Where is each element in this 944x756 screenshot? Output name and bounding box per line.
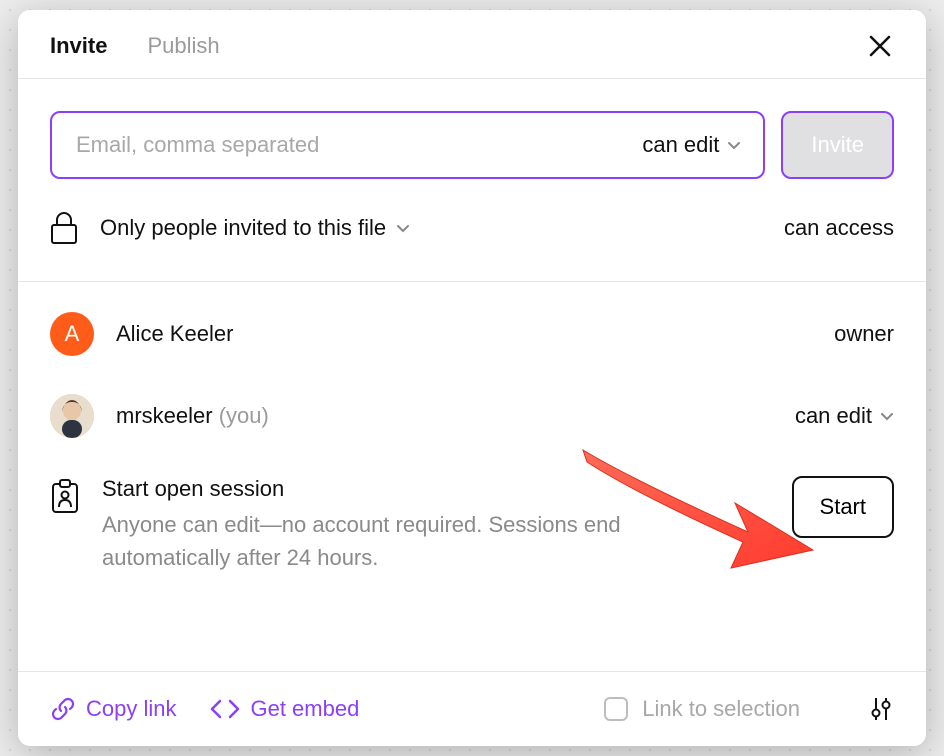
email-input[interactable] [74, 131, 642, 159]
clipboard-person-icon [50, 478, 80, 519]
tab-publish[interactable]: Publish [147, 33, 219, 59]
chevron-down-icon [727, 138, 741, 152]
person-list: A Alice Keeler owner mrskeeler (you) can… [50, 282, 894, 574]
person-role: owner [834, 321, 894, 347]
tab-invite[interactable]: Invite [50, 33, 107, 59]
you-tag: (you) [219, 403, 269, 428]
modal-header: Invite Publish [18, 10, 926, 79]
open-session-row: Start open session Anyone can edit—no ac… [50, 476, 894, 574]
share-modal: Invite Publish can edit Invite [18, 10, 926, 746]
settings-icon[interactable] [868, 696, 894, 722]
person-row: mrskeeler (you) can edit [50, 394, 894, 438]
permission-select[interactable]: can edit [642, 132, 741, 158]
avatar [50, 394, 94, 438]
person-name: mrskeeler (you) [116, 403, 269, 429]
person-name: Alice Keeler [116, 321, 233, 347]
invite-button[interactable]: Invite [781, 111, 894, 179]
access-scope-label: Only people invited to this file [100, 215, 386, 241]
close-button[interactable] [866, 32, 894, 60]
access-scope-select[interactable]: Only people invited to this file [100, 215, 410, 241]
link-icon [50, 696, 76, 722]
modal-footer: Copy link Get embed Link to selection [18, 671, 926, 746]
chevron-down-icon [880, 409, 894, 423]
link-to-selection-toggle[interactable]: Link to selection [604, 696, 800, 722]
checkbox-icon [604, 697, 628, 721]
email-box: can edit [50, 111, 765, 179]
copy-link-button[interactable]: Copy link [50, 696, 176, 722]
person-row: A Alice Keeler owner [50, 312, 894, 356]
session-description: Anyone can edit—no account required. Ses… [102, 508, 680, 574]
close-icon [869, 35, 891, 57]
permission-label: can edit [642, 132, 719, 158]
lock-icon [50, 211, 78, 245]
invite-row: can edit Invite [50, 111, 894, 179]
chevron-down-icon [396, 221, 410, 235]
code-icon [210, 698, 240, 720]
access-row: Only people invited to this file can acc… [50, 211, 894, 245]
person-role-select[interactable]: can edit [795, 403, 894, 429]
start-button[interactable]: Start [792, 476, 894, 538]
get-embed-button[interactable]: Get embed [210, 696, 359, 722]
session-title: Start open session [102, 476, 680, 502]
avatar: A [50, 312, 94, 356]
access-right-label: can access [784, 215, 894, 241]
